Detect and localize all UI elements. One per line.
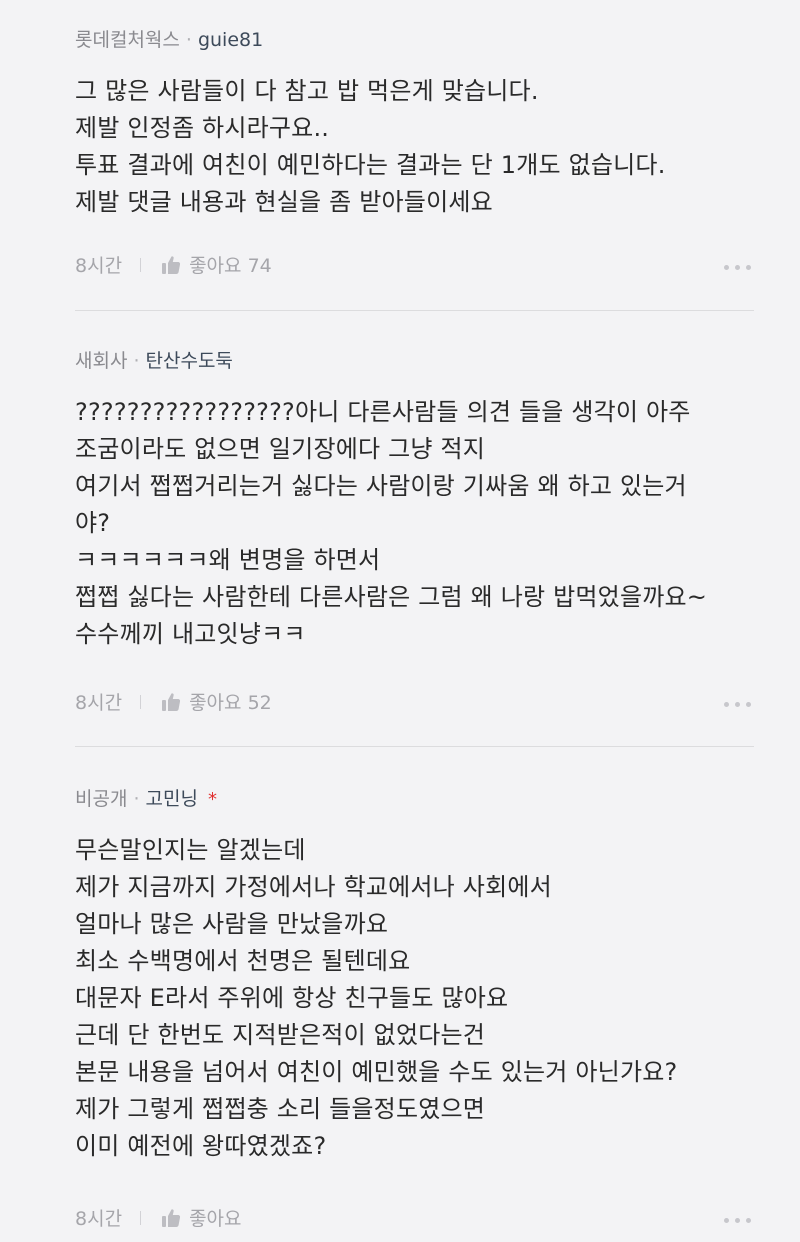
comment-footer: 8시간 좋아요 52 [75,688,754,718]
comment-author-row: 롯데컬처웍스 · guie81 [75,25,754,55]
comment-item: 새회사 · 탄산수도둑 ?????????????????아니 다른사람들 의견 들… [75,346,754,714]
author-mark: * [207,789,217,810]
comment-line: 얼마나 많은 사람을 만났을까요 [75,910,389,938]
thumbs-up-icon [162,692,181,711]
comment-line: 근데 단 한번도 지적받은적이 없었다는건 [75,1021,486,1049]
comment-line: 여기서 쩝쩝거리는거 싫다는 사람이랑 기싸움 왜 하고 있는거 [75,472,687,500]
comment-body: 무슨말인지는 알겠는데 제가 지금까지 가정에서나 학교에서나 사회에서 얼마나… [75,832,754,1165]
comment-line: ㅋㅋㅋㅋㅋㅋ왜 변명을 하면서 [75,546,381,574]
comment-line: 제발 인정좀 하시라구요.. [75,114,330,142]
comment-item: 롯데컬처웍스 · guie81 그 많은 사람들이 다 참고 밥 먹은게 맞습니다.… [75,25,754,277]
separator-dot: · [133,788,140,810]
more-dots-icon [735,265,740,270]
like-button[interactable]: 좋아요 74 [161,251,272,281]
comment-line: 제가 그렇게 쩝쩝충 소리 들을정도였으면 [75,1095,486,1123]
comment-footer: 8시간 좋아요 [75,1204,754,1234]
comment-footer: 8시간 좋아요 74 [75,251,754,281]
author-company: 비공개 [75,788,128,810]
more-dots-icon [746,265,751,270]
comment-line: ?????????????????아니 다른사람들 의견 들을 생각이 아주 [75,398,691,426]
author-nickname[interactable]: 탄산수도둑 [146,350,233,372]
comment-list: 롯데컬처웍스 · guie81 그 많은 사람들이 다 참고 밥 먹은게 맞습니다.… [0,0,800,1242]
more-dots-icon [746,702,751,707]
author-company: 새회사 [75,350,128,372]
comment-line: 야? [75,509,111,537]
comment-line: 무슨말인지는 알겠는데 [75,836,306,864]
separator-dot: · [185,29,192,51]
comment-author-row: 새회사 · 탄산수도둑 [75,346,754,376]
more-dots-icon [735,1218,740,1223]
like-label: 좋아요 [189,1208,242,1230]
comment-author-row: 비공개 · 고민닝 * [75,784,754,814]
author-nickname[interactable]: guie81 [198,29,263,51]
comment-divider [75,310,754,311]
comment-line: 그 많은 사람들이 다 참고 밥 먹은게 맞습니다. [75,77,539,105]
more-dots-icon [724,702,729,707]
comment-time: 8시간 [75,255,123,277]
footer-divider [140,694,142,709]
comment-line: 이미 예전에 왕따였겠죠? [75,1132,327,1160]
comment-time: 8시간 [75,692,123,714]
separator-dot: · [133,350,140,372]
thumbs-up-icon [162,255,181,274]
comment-line: 투표 결과에 여친이 예민하다는 결과는 단 1개도 없습니다. [75,151,666,179]
like-button[interactable]: 좋아요 52 [161,688,272,718]
more-dots-icon [746,1218,751,1223]
author-nickname[interactable]: 고민닝 [146,788,198,810]
comment-line: 본문 내용을 넘어서 여친이 예민했을 수도 있는거 아닌가요? [75,1058,678,1086]
more-options-button[interactable] [722,1204,754,1234]
comment-time: 8시간 [75,1208,123,1230]
like-button[interactable]: 좋아요 [161,1204,242,1234]
like-count: 52 [247,692,272,714]
thumbs-up-icon [162,1208,181,1227]
footer-divider [140,1210,142,1225]
more-options-button[interactable] [722,251,754,281]
more-dots-icon [724,1218,729,1223]
like-label: 좋아요 [189,255,242,277]
comment-line: 쩝쩝 싫다는 사람한테 다른사람은 그럼 왜 나랑 밥먹었을까요~ [75,583,708,611]
more-options-button[interactable] [722,688,754,718]
like-label: 좋아요 [189,692,242,714]
more-dots-icon [735,702,740,707]
comment-body: ?????????????????아니 다른사람들 의견 들을 생각이 아주 조… [75,394,754,653]
comment-divider [75,746,754,747]
more-dots-icon [724,265,729,270]
comment-line: 제발 댓글 내용과 현실을 좀 받아들이세요 [75,188,493,216]
footer-divider [140,257,142,272]
comment-line: 수수께끼 내고잇냥ㅋㅋ [75,620,306,648]
comment-line: 제가 지금까지 가정에서나 학교에서나 사회에서 [75,873,552,901]
comment-line: 최소 수백명에서 천명은 될텐데요 [75,947,411,975]
comment-line: 대문자 E라서 주위에 항상 친구들도 많아요 [75,984,509,1012]
comment-line: 조굼이라도 없으면 일기장에다 그냥 적지 [75,435,486,463]
comment-item: 비공개 · 고민닝 * 무슨말인지는 알겠는데 제가 지금까지 가정에서나 학교에서나… [75,784,754,1230]
comment-body: 그 많은 사람들이 다 참고 밥 먹은게 맞습니다. 제발 인정좀 하시라구요.… [75,73,754,221]
author-company: 롯데컬처웍스 [75,29,180,51]
like-count: 74 [247,255,272,277]
